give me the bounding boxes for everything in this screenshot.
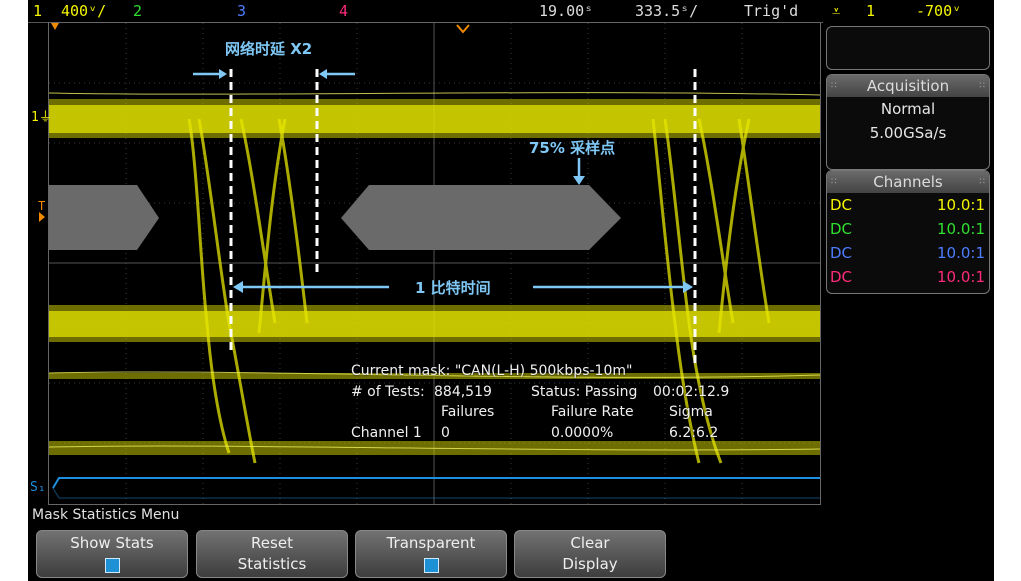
channel-probe: 10.0:1 [937, 268, 985, 286]
sample-point-label: 75% 采样点 [529, 139, 616, 157]
softkey-label: Transparent [386, 534, 476, 552]
channels-header: ∷ Channels ∷ [827, 171, 989, 193]
sample-rate: 5.00GSa/s [869, 124, 947, 142]
channels-box: ∷ Channels ∷ DC 10.0:1 DC 10.0:1 DC 10.0… [826, 170, 990, 294]
reset-statistics-button[interactable]: Reset Statistics [196, 530, 348, 578]
channel-coupling: DC [830, 196, 853, 214]
tests-label: # of Tests: [351, 384, 425, 400]
timebase-delay[interactable]: 19.00ˢ [539, 0, 593, 22]
channel1-scale[interactable]: 400ᵛ/ [61, 0, 106, 22]
channel-row-4: DC 10.0:1 [827, 265, 989, 289]
sigma-header: Sigma [669, 404, 713, 420]
channel-row-1: DC 10.0:1 [827, 193, 989, 217]
channel1-number[interactable]: 1 [33, 0, 42, 22]
bit-time-label: 1 比特时间 [415, 279, 491, 297]
trigger-source: 1 [866, 2, 876, 20]
channel-probe: 10.0:1 [937, 244, 985, 262]
side-panel: ∷ Acquisition ∷ Normal 5.00GSa/s ∷ Chann… [823, 22, 994, 505]
trigger-state: Trig'd [744, 2, 799, 20]
acquisition-title: Acquisition [866, 77, 950, 95]
ground-marker-label: 1 [31, 110, 39, 125]
show-stats-checkbox-icon [104, 558, 120, 573]
test-status: Status: Passing [531, 384, 638, 400]
waveform-area[interactable]: 网络时延 X2 75% 采样点 1 比特时间 Current mask: "CA… [48, 22, 821, 505]
softkey-label: Reset [251, 534, 293, 552]
sigma-value: 6.2:6.2 [669, 425, 719, 441]
trigger-level[interactable]: -700ᵛ [916, 0, 961, 22]
softkey-label: Statistics [237, 555, 307, 573]
menu-title: Mask Statistics Menu [32, 507, 180, 523]
clear-display-button[interactable]: Clear Display [514, 530, 666, 578]
info-box [826, 26, 990, 70]
trigger-arrow-icon [39, 212, 45, 222]
acquisition-box: ∷ Acquisition ∷ Normal 5.00GSa/s [826, 74, 990, 170]
grip-icon: ∷ [831, 81, 837, 91]
failures-header: Failures [441, 404, 495, 420]
grip-icon: ∷ [979, 81, 985, 91]
serial-bus-marker[interactable]: S₁ [30, 480, 46, 495]
tests-value: 884,519 [434, 384, 492, 400]
channel-probe: 10.0:1 [937, 220, 985, 238]
channel-row-3: DC 10.0:1 [827, 241, 989, 265]
softkey-label: Display [562, 555, 618, 573]
channel2-number[interactable]: 2 [133, 0, 142, 22]
failure-rate-header: Failure Rate [551, 404, 634, 420]
failures-value: 0 [441, 425, 450, 441]
grip-icon: ∷ [831, 177, 837, 187]
current-mask: Current mask: "CAN(L-H) 500kbps-10m" [351, 363, 633, 379]
channel-row-label: Channel 1 [351, 425, 422, 441]
serial-bus-line [52, 477, 820, 489]
failure-rate-value: 0.0000% [551, 425, 614, 441]
transparent-checkbox-icon [423, 558, 439, 573]
status-bar: 1 400ᵛ/ 2 3 4 19.00ˢ 333.5ˢ/ Trig'd ⩡ 1 … [28, 0, 994, 23]
ground-icon: ⏚ [38, 110, 52, 125]
transparent-button[interactable]: Transparent [355, 530, 507, 578]
acquisition-mode: Normal [880, 100, 936, 118]
mask-left [49, 185, 159, 250]
channel-row-2: DC 10.0:1 [827, 217, 989, 241]
channel-coupling: DC [830, 244, 853, 262]
channel-coupling: DC [830, 220, 853, 238]
acquisition-header: ∷ Acquisition ∷ [827, 75, 989, 97]
channels-title: Channels [873, 173, 943, 191]
rising-edge-icon: ⩡ [832, 2, 841, 20]
timebase-scale[interactable]: 333.5ˢ/ [635, 0, 698, 22]
channel-coupling: DC [830, 268, 853, 286]
softkey-label: Clear [570, 534, 610, 552]
mask-center [341, 185, 621, 250]
oscilloscope-display: 1 400ᵛ/ 2 3 4 19.00ˢ 333.5ˢ/ Trig'd ⩡ 1 … [28, 0, 994, 581]
network-delay-label: 网络时延 X2 [225, 40, 313, 58]
channel4-number[interactable]: 4 [339, 0, 348, 22]
trigger-level-marker[interactable]: T [38, 199, 45, 213]
grip-icon: ∷ [979, 177, 985, 187]
elapsed-time: 00:02:12.9 [653, 384, 730, 400]
softkey-label: Show Stats [70, 534, 154, 552]
channel3-number[interactable]: 3 [237, 0, 246, 22]
channel1-ground-marker[interactable]: 1⏚ [31, 106, 52, 125]
channel-probe: 10.0:1 [937, 196, 985, 214]
show-stats-button[interactable]: Show Stats [36, 530, 188, 578]
